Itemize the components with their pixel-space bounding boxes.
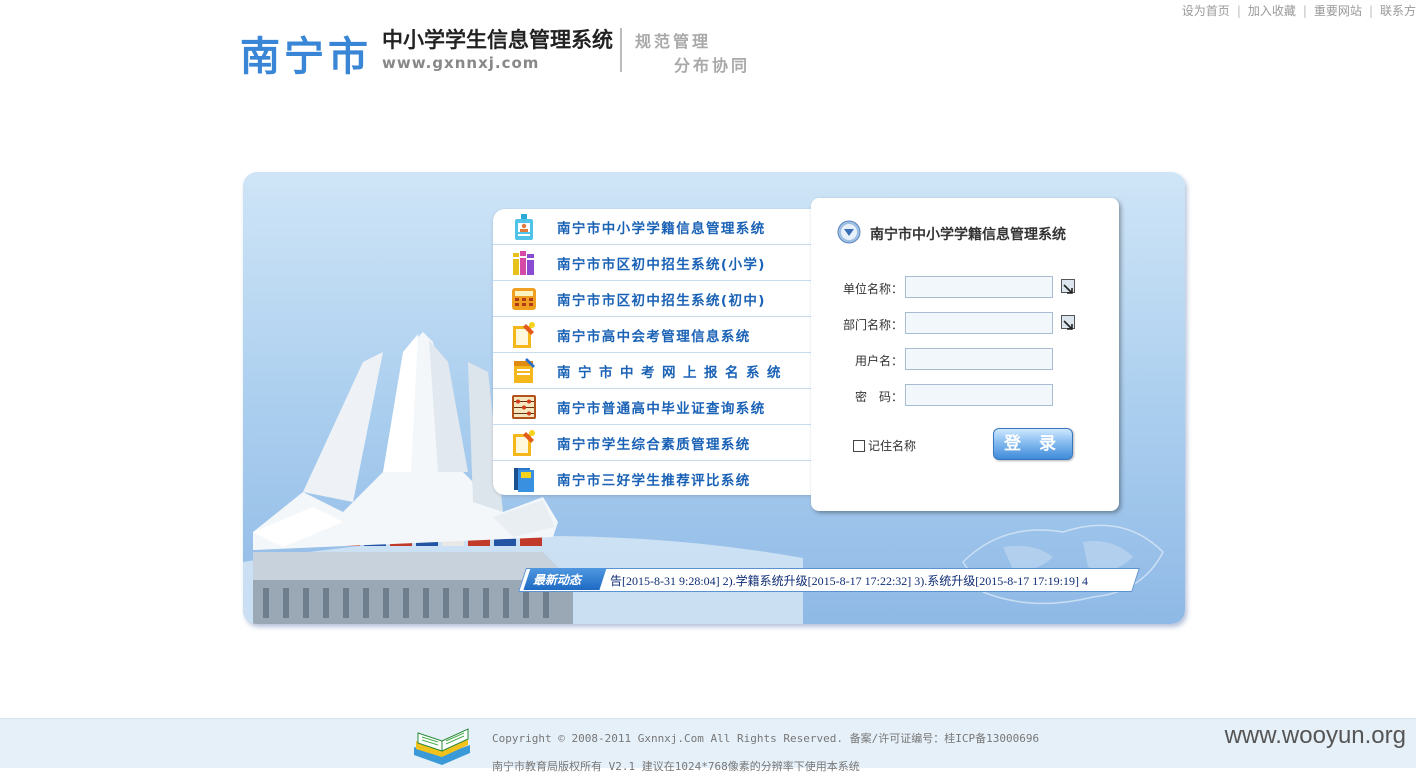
- logo-system-name: 中小学学生信息管理系统: [382, 28, 613, 52]
- menu-item-label: 南宁市三好学生推荐评比系统: [557, 472, 751, 489]
- menu-item-label: 南宁市市区初中招生系统(小学): [557, 256, 766, 273]
- password-label: 密 码：: [854, 390, 903, 404]
- username-row: 用户名：: [811, 348, 1119, 374]
- remember-checkbox[interactable]: [853, 439, 865, 452]
- username-input[interactable]: [905, 348, 1053, 370]
- divider: |: [1236, 4, 1241, 18]
- menu-item-diploma-query[interactable]: 南宁市普通高中毕业证查询系统: [493, 389, 811, 425]
- world-map-decoration: [962, 524, 1164, 605]
- select-unit-icon[interactable]: [1061, 279, 1075, 294]
- remember-name-option[interactable]: 记住名称: [853, 437, 916, 454]
- logo-slogan-2: 分布协同: [674, 56, 751, 75]
- main-panel: 南宁市中小学学籍信息管理系统 南宁市市区初中招生系统(小学) 南宁市市区初中招生…: [243, 172, 1185, 624]
- menu-item-label: 南宁市市区初中招生系统(初中): [557, 292, 766, 309]
- login-form: 南宁市中小学学籍信息管理系统 单位名称： 部门名称： 用户名： 密 码： 记住名…: [811, 198, 1119, 511]
- menu-item-label: 南 宁 市 中 考 网 上 报 名 系 统: [557, 364, 782, 381]
- news-tag: 最新动态: [533, 573, 582, 587]
- important-sites-link[interactable]: 重要网站: [1314, 4, 1362, 18]
- username-label: 用户名：: [854, 354, 903, 368]
- logo-divider: [620, 28, 622, 72]
- dept-label: 部门名称：: [842, 318, 903, 332]
- news-ticker-text[interactable]: 告[2015-8-31 9:28:04] 2).学籍系统升级[2015-8-17…: [610, 572, 1110, 589]
- add-favorite-link[interactable]: 加入收藏: [1248, 4, 1296, 18]
- notepad-pencil-icon: [511, 429, 537, 456]
- menu-item-label: 南宁市学生综合素质管理系统: [557, 436, 751, 453]
- password-input[interactable]: [905, 384, 1053, 406]
- menu-item-merit-student[interactable]: 南宁市三好学生推荐评比系统: [493, 461, 811, 496]
- divider: |: [1368, 4, 1373, 18]
- top-links: 设为首页 | 加入收藏 | 重要网站 | 联系方: [1182, 2, 1416, 19]
- logo-url: www.gxnnxj.com: [382, 54, 540, 72]
- copyright-text: Copyright © 2008-2011 Gxnnxj.Com All Rig…: [492, 732, 1040, 745]
- login-button[interactable]: 登 录: [993, 428, 1073, 460]
- menu-item-label: 南宁市中小学学籍信息管理系统: [557, 220, 766, 237]
- system-menu: 南宁市中小学学籍信息管理系统 南宁市市区初中招生系统(小学) 南宁市市区初中招生…: [493, 209, 811, 495]
- select-dept-icon[interactable]: [1061, 315, 1075, 330]
- contact-link[interactable]: 联系方: [1380, 4, 1416, 18]
- download-arrow-icon: [837, 220, 861, 248]
- password-row: 密 码：: [811, 384, 1119, 410]
- dept-row: 部门名称：: [811, 312, 1119, 338]
- id-badge-icon: [511, 213, 537, 240]
- menu-item-junior-enroll-primary[interactable]: 南宁市市区初中招生系统(小学): [493, 245, 811, 281]
- set-homepage-link[interactable]: 设为首页: [1182, 4, 1230, 18]
- unit-row: 单位名称：: [811, 276, 1119, 302]
- logo-slogan-1: 规范管理: [635, 32, 712, 51]
- remember-label: 记住名称: [868, 439, 917, 453]
- menu-item-zhongkao-signup[interactable]: 南 宁 市 中 考 网 上 报 名 系 统: [493, 353, 811, 389]
- logo-city: 南宁市: [240, 34, 372, 80]
- menu-item-high-school-exam[interactable]: 南宁市高中会考管理信息系统: [493, 317, 811, 353]
- login-title: 南宁市中小学学籍信息管理系统: [837, 220, 1066, 248]
- book-stack-icon: [511, 466, 537, 492]
- unit-label: 单位名称：: [842, 282, 903, 296]
- footer-line-2: 南宁市教育局版权所有 V2.1 建议在1024*768像素的分辨率下使用本系统: [492, 760, 860, 773]
- notepad-pencil-icon: [511, 321, 537, 348]
- login-title-text: 南宁市中小学学籍信息管理系统: [870, 227, 1066, 243]
- books-icon: [511, 250, 537, 276]
- watermark: www.wooyun.org: [1224, 722, 1406, 749]
- dept-input[interactable]: [905, 312, 1053, 334]
- menu-item-junior-enroll-junior[interactable]: 南宁市市区初中招生系统(初中): [493, 281, 811, 317]
- unit-input[interactable]: [905, 276, 1053, 298]
- notepad-icon: [511, 357, 537, 384]
- calculator-icon: [511, 286, 537, 312]
- divider: |: [1302, 4, 1307, 18]
- abacus-icon: [511, 394, 537, 420]
- menu-item-label: 南宁市高中会考管理信息系统: [557, 328, 751, 345]
- menu-item-quality-management[interactable]: 南宁市学生综合素质管理系统: [493, 425, 811, 461]
- menu-item-label: 南宁市普通高中毕业证查询系统: [557, 400, 766, 417]
- menu-item-student-registry[interactable]: 南宁市中小学学籍信息管理系统: [493, 209, 811, 245]
- open-book-icon: [414, 728, 470, 765]
